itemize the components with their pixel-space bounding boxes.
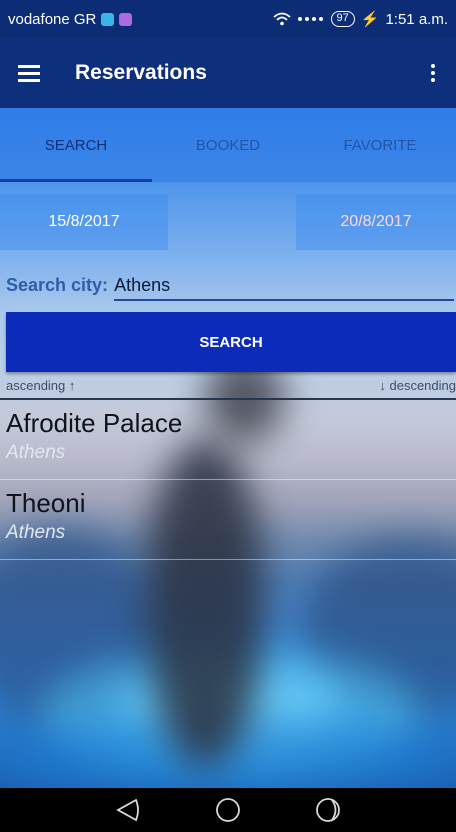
hotel-city: Athens: [6, 442, 66, 463]
check-out-date-button[interactable]: 20/8/2017: [296, 194, 456, 250]
back-icon[interactable]: [106, 788, 150, 832]
wifi-icon: [272, 12, 291, 26]
hotel-name: Afrodite Palace: [6, 408, 183, 438]
search-button[interactable]: SEARCH: [6, 312, 456, 372]
charging-icon: ⚡: [360, 11, 380, 28]
tab-bar: SEARCH BOOKED FAVORITE: [0, 108, 456, 182]
notification-icon: [101, 12, 115, 26]
recents-icon[interactable]: [306, 788, 350, 832]
tab-search[interactable]: SEARCH: [0, 108, 152, 182]
gallery-icon: [119, 12, 133, 26]
hotel-city: Athens: [6, 522, 66, 543]
clock: 1:51 a.m.: [385, 10, 448, 28]
system-nav-bar: [0, 788, 456, 832]
battery-icon: 97: [330, 11, 355, 27]
status-bar: vodafone GR 97 ⚡ 1:51 a.m.: [0, 0, 456, 38]
overflow-menu-icon[interactable]: [430, 62, 436, 84]
list-item[interactable]: Afrodite Palace Athens: [0, 400, 456, 480]
search-city-row: Search city:: [6, 268, 454, 302]
search-city-label: Search city:: [6, 274, 109, 295]
divider: [0, 559, 456, 560]
tab-booked[interactable]: BOOKED: [152, 108, 304, 182]
tab-favorite[interactable]: FAVORITE: [304, 108, 456, 182]
menu-icon[interactable]: [18, 65, 40, 82]
app-bar: Reservations: [0, 38, 456, 108]
home-icon[interactable]: [206, 788, 250, 832]
sort-row: ascending ↑ ↓ descending: [6, 378, 456, 398]
date-range: 15/8/2017 20/8/2017: [0, 194, 456, 250]
page-title: Reservations: [75, 61, 207, 84]
check-in-date-button[interactable]: 15/8/2017: [0, 194, 168, 250]
list-item[interactable]: Theoni Athens: [0, 480, 456, 560]
results-list: Afrodite Palace Athens Theoni Athens: [0, 400, 456, 560]
carrier-name: vodafone GR: [8, 10, 97, 28]
hotel-name: Theoni: [6, 488, 86, 518]
sort-ascending-button[interactable]: ascending ↑: [6, 378, 75, 398]
search-city-input[interactable]: [114, 269, 454, 301]
signal-icon: [297, 17, 323, 21]
sort-descending-button[interactable]: ↓ descending: [379, 378, 456, 398]
